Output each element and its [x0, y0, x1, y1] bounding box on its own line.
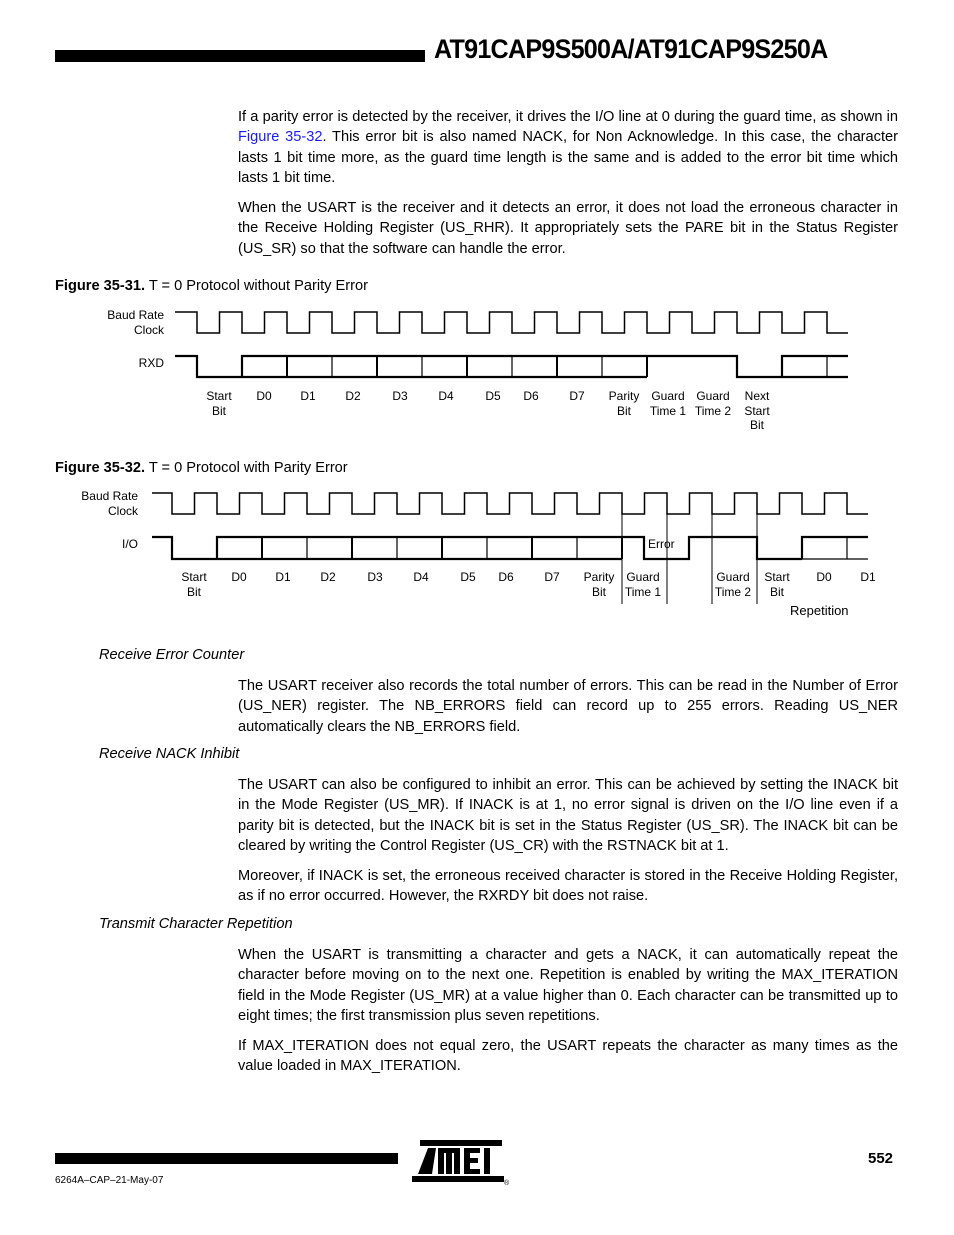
figure-2-caption-number: Figure 35-32.: [55, 460, 146, 476]
atmel-logo: ®: [412, 1140, 510, 1186]
bit-label-line: Start: [744, 403, 770, 418]
figure-1-caption-number: Figure 35-31.: [55, 278, 146, 294]
io-start-bit: [152, 535, 217, 561]
bit-label-10: Guard Time 1: [613, 570, 673, 599]
figure-2-timing-diagram: [152, 492, 868, 604]
section-heading-receive-nack-inhibit: Receive NACK Inhibit: [99, 746, 240, 762]
figure-1-caption: Figure 35-31. T = 0 Protocol without Par…: [55, 278, 368, 294]
repetition-label: Repetition: [790, 603, 849, 618]
page-number: 552: [868, 1150, 894, 1167]
baud-rate-clock-waveform: [175, 311, 848, 334]
atmel-logo-icon: ®: [412, 1140, 510, 1186]
figure-2-caption-text: T = 0 Protocol with Parity Error: [145, 460, 348, 476]
bit-label-14: D1: [838, 570, 898, 585]
io-data-top: [215, 535, 622, 559]
section-3-paragraph-1: When the USART is transmitting a charact…: [238, 947, 898, 1024]
figure-1-caption-text: T = 0 Protocol without Parity Error: [145, 278, 368, 294]
intro-text-after-link: . This error bit is also named NACK, for…: [238, 129, 898, 186]
rxd-start-bit: [175, 354, 242, 379]
bit-label-line: Next: [744, 389, 770, 403]
rxd-guard-and-next-start: [647, 354, 848, 379]
section-3-paragraph-2: If MAX_ITERATION does not equal zero, th…: [238, 1038, 898, 1075]
intro-paragraph-1: If a parity error is detected by the rec…: [238, 107, 898, 188]
bit-label-line: Guard: [626, 570, 660, 584]
figure-1-timing-diagram: [175, 311, 848, 379]
document-title: AT91CAP9S500A/AT91CAP9S250A: [434, 34, 828, 64]
bit-label-line: Bit: [769, 584, 784, 599]
bit-label-12: Next Start Bit: [727, 389, 787, 433]
bit-label-line: D1: [860, 570, 876, 584]
bit-label-line: Bit: [186, 584, 201, 599]
rxd-data-top: [240, 354, 647, 377]
baud-rate-clock-waveform: [152, 492, 868, 515]
intro-text-before-link: If a parity error is detected by the rec…: [238, 109, 898, 125]
figure-2-caption: Figure 35-32. T = 0 Protocol with Parity…: [55, 460, 348, 476]
bit-label-line: Bit: [211, 403, 226, 418]
error-label: Error: [648, 537, 675, 551]
bit-label-line: Time 1: [624, 584, 662, 599]
rxd-next-data: [780, 354, 848, 377]
figure-35-32-link[interactable]: Figure 35-32: [238, 129, 322, 145]
registered-mark: ®: [504, 1179, 510, 1186]
section-heading-transmit-character-repetition: Transmit Character Repetition: [99, 916, 293, 932]
section-2-paragraph-2: Moreover, if INACK is set, the erroneous…: [238, 868, 898, 905]
footer-rule: [55, 1153, 398, 1164]
header-rule: [55, 50, 425, 62]
section-heading-receive-error-counter: Receive Error Counter: [99, 647, 245, 663]
intro-paragraph-2: When the USART is the receiver and it de…: [238, 200, 898, 257]
document-number: 6264A–CAP–21-May-07: [55, 1175, 164, 1186]
section-2-paragraph-1: The USART can also be configured to inhi…: [238, 777, 898, 854]
io-repetition-data: [800, 535, 868, 559]
bit-label-line: Bit: [749, 418, 764, 432]
section-1-paragraph-1: The USART receiver also records the tota…: [238, 678, 898, 735]
